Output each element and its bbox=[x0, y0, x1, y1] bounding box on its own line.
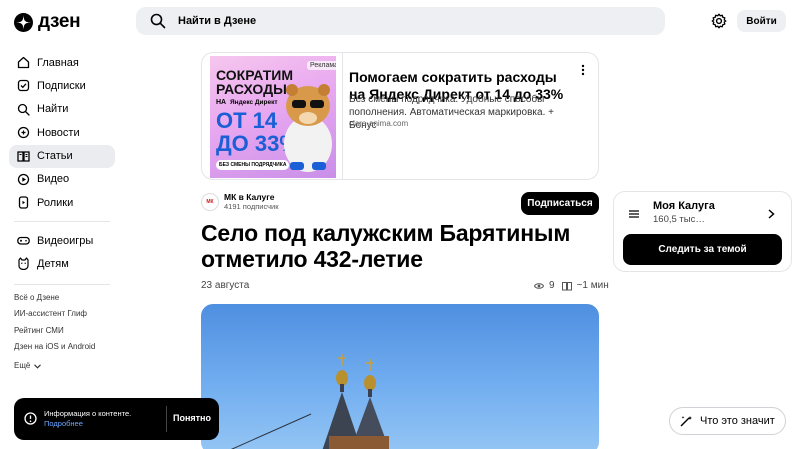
shorts-icon bbox=[18, 196, 29, 209]
follow-topic-button[interactable]: Следить за темой bbox=[623, 234, 782, 265]
subscriptions-icon bbox=[17, 80, 30, 92]
sidebar-item-news[interactable]: Новости bbox=[9, 121, 115, 144]
dzen-logo[interactable]: дзен bbox=[14, 11, 81, 33]
footer-more-label: Ещё bbox=[14, 361, 31, 371]
toast-more-link[interactable]: Подробнее bbox=[44, 419, 131, 429]
search-bar[interactable] bbox=[136, 7, 665, 35]
menu-icon bbox=[629, 210, 639, 218]
ad-domain: clara-anima.com bbox=[349, 119, 409, 128]
sidebar-item-home[interactable]: Главная bbox=[9, 51, 115, 74]
sidebar-item-label: Видеоигры bbox=[37, 234, 94, 247]
articles-icon bbox=[17, 150, 30, 162]
sidebar-item-subscriptions[interactable]: Подписки bbox=[9, 74, 115, 97]
kids-icon bbox=[18, 257, 29, 271]
topic-title[interactable]: Моя Калуга bbox=[653, 200, 715, 212]
dzen-logo-icon bbox=[14, 12, 33, 32]
footer-link-media-rating[interactable]: Рейтинг СМИ bbox=[14, 326, 95, 342]
article-title: Село под калужским Барятиным отметило 43… bbox=[201, 220, 571, 272]
article-stats: 9 ~1 мин bbox=[534, 280, 609, 291]
search-input[interactable] bbox=[178, 15, 578, 27]
sidebar-nav-secondary: Видеоигры Детям bbox=[9, 229, 115, 276]
sidebar-item-label: Детям bbox=[37, 257, 69, 270]
sidebar-item-label: Подписки bbox=[37, 79, 86, 92]
login-button[interactable]: Войти bbox=[737, 10, 786, 32]
sidebar-item-video[interactable]: Видео bbox=[9, 168, 115, 191]
ad-image-badge: БЕЗ СМЕНЫ ПОДРЯДЧИКА bbox=[216, 160, 290, 170]
publisher-avatar[interactable]: МК bbox=[201, 192, 219, 211]
explain-label: Что это значит bbox=[700, 415, 775, 427]
eye-icon bbox=[534, 282, 544, 289]
book-icon bbox=[561, 281, 572, 290]
church-illustration bbox=[231, 354, 390, 449]
toast-ok-button[interactable]: Понятно bbox=[173, 413, 211, 423]
publisher-name[interactable]: МК в Калуге bbox=[224, 192, 279, 202]
video-icon bbox=[17, 173, 30, 186]
sidebar-item-find[interactable]: Найти bbox=[9, 98, 115, 121]
sidebar-divider bbox=[14, 221, 110, 222]
sidebar-item-shorts[interactable]: Ролики bbox=[9, 191, 115, 214]
sidebar-nav: Главная Подписки Найти Новости Статьи Ви… bbox=[9, 51, 115, 215]
sidebar-item-label: Ролики bbox=[37, 196, 74, 209]
gear-icon[interactable] bbox=[711, 13, 727, 29]
hamster-mascot-icon bbox=[284, 84, 332, 172]
sidebar-divider bbox=[14, 284, 110, 285]
toast-message: Информация о контенте. Подробнее bbox=[44, 409, 131, 429]
footer-more-button[interactable]: Ещё bbox=[14, 358, 95, 374]
search-icon bbox=[17, 103, 30, 116]
ad-label: Реклама bbox=[307, 61, 336, 70]
ad-image-line3: НА bbox=[216, 99, 227, 106]
article-photo[interactable] bbox=[201, 304, 599, 449]
ad-image-line4: ОТ 14 bbox=[216, 108, 278, 133]
gamepad-icon bbox=[17, 236, 30, 245]
sidebar-item-label: Найти bbox=[37, 103, 69, 116]
info-icon bbox=[24, 412, 37, 425]
sidebar-item-label: Новости bbox=[37, 126, 80, 139]
ad-image-line2: РАСХОДЫ bbox=[216, 81, 287, 97]
more-vertical-icon[interactable] bbox=[581, 64, 585, 76]
footer-link-about[interactable]: Всё о Дзене bbox=[14, 293, 95, 309]
subscribe-button[interactable]: Подписаться bbox=[521, 192, 599, 215]
toast-text: Информация о контенте. bbox=[44, 409, 132, 418]
sidebar-item-label: Статьи bbox=[37, 150, 73, 163]
footer-link-ai-assistant[interactable]: ИИ-ассистент Глиф bbox=[14, 309, 95, 325]
sparkle-arrow-icon bbox=[680, 416, 692, 427]
sidebar-item-articles[interactable]: Статьи bbox=[9, 144, 115, 168]
article-date: 23 августа bbox=[201, 280, 250, 291]
topic-widget[interactable]: Моя Калуга 160,5 тыс… Следить за темой bbox=[613, 191, 792, 272]
chevron-right-icon[interactable] bbox=[768, 209, 775, 219]
chevron-down-icon bbox=[34, 364, 42, 369]
news-icon bbox=[17, 127, 30, 139]
ad-image-brand: Яндекс Директ bbox=[230, 99, 278, 106]
footer-link-apps[interactable]: Дзен на iOS и Android bbox=[14, 342, 95, 358]
read-time: ~1 мин bbox=[576, 280, 609, 291]
search-icon bbox=[150, 13, 166, 29]
toast-divider bbox=[166, 406, 167, 432]
home-icon bbox=[17, 56, 30, 69]
sidebar-item-label: Видео bbox=[37, 173, 70, 186]
logo-text: дзен bbox=[38, 11, 81, 32]
publisher-subscribers: 4191 подписчик bbox=[224, 202, 279, 211]
sidebar-item-videogames[interactable]: Видеоигры bbox=[9, 229, 115, 252]
publisher-info[interactable]: МК МК в Калуге 4191 подписчик bbox=[201, 192, 279, 211]
sidebar-item-label: Главная bbox=[37, 56, 79, 69]
ad-divider bbox=[342, 53, 343, 179]
ad-image[interactable]: Реклама СОКРАТИМ РАСХОДЫ НА Яндекс Дирек… bbox=[210, 56, 336, 178]
ad-card[interactable]: Реклама СОКРАТИМ РАСХОДЫ НА Яндекс Дирек… bbox=[201, 52, 599, 180]
content-info-toast: Информация о контенте. Подробнее Понятно bbox=[14, 398, 219, 440]
sidebar-footer-links: Всё о Дзене ИИ-ассистент Глиф Рейтинг СМ… bbox=[14, 293, 95, 374]
views-count: 9 bbox=[549, 280, 555, 291]
topic-subtitle: 160,5 тыс… bbox=[653, 214, 705, 225]
sidebar-item-kids[interactable]: Детям bbox=[9, 252, 115, 275]
explain-button[interactable]: Что это значит bbox=[669, 407, 786, 435]
